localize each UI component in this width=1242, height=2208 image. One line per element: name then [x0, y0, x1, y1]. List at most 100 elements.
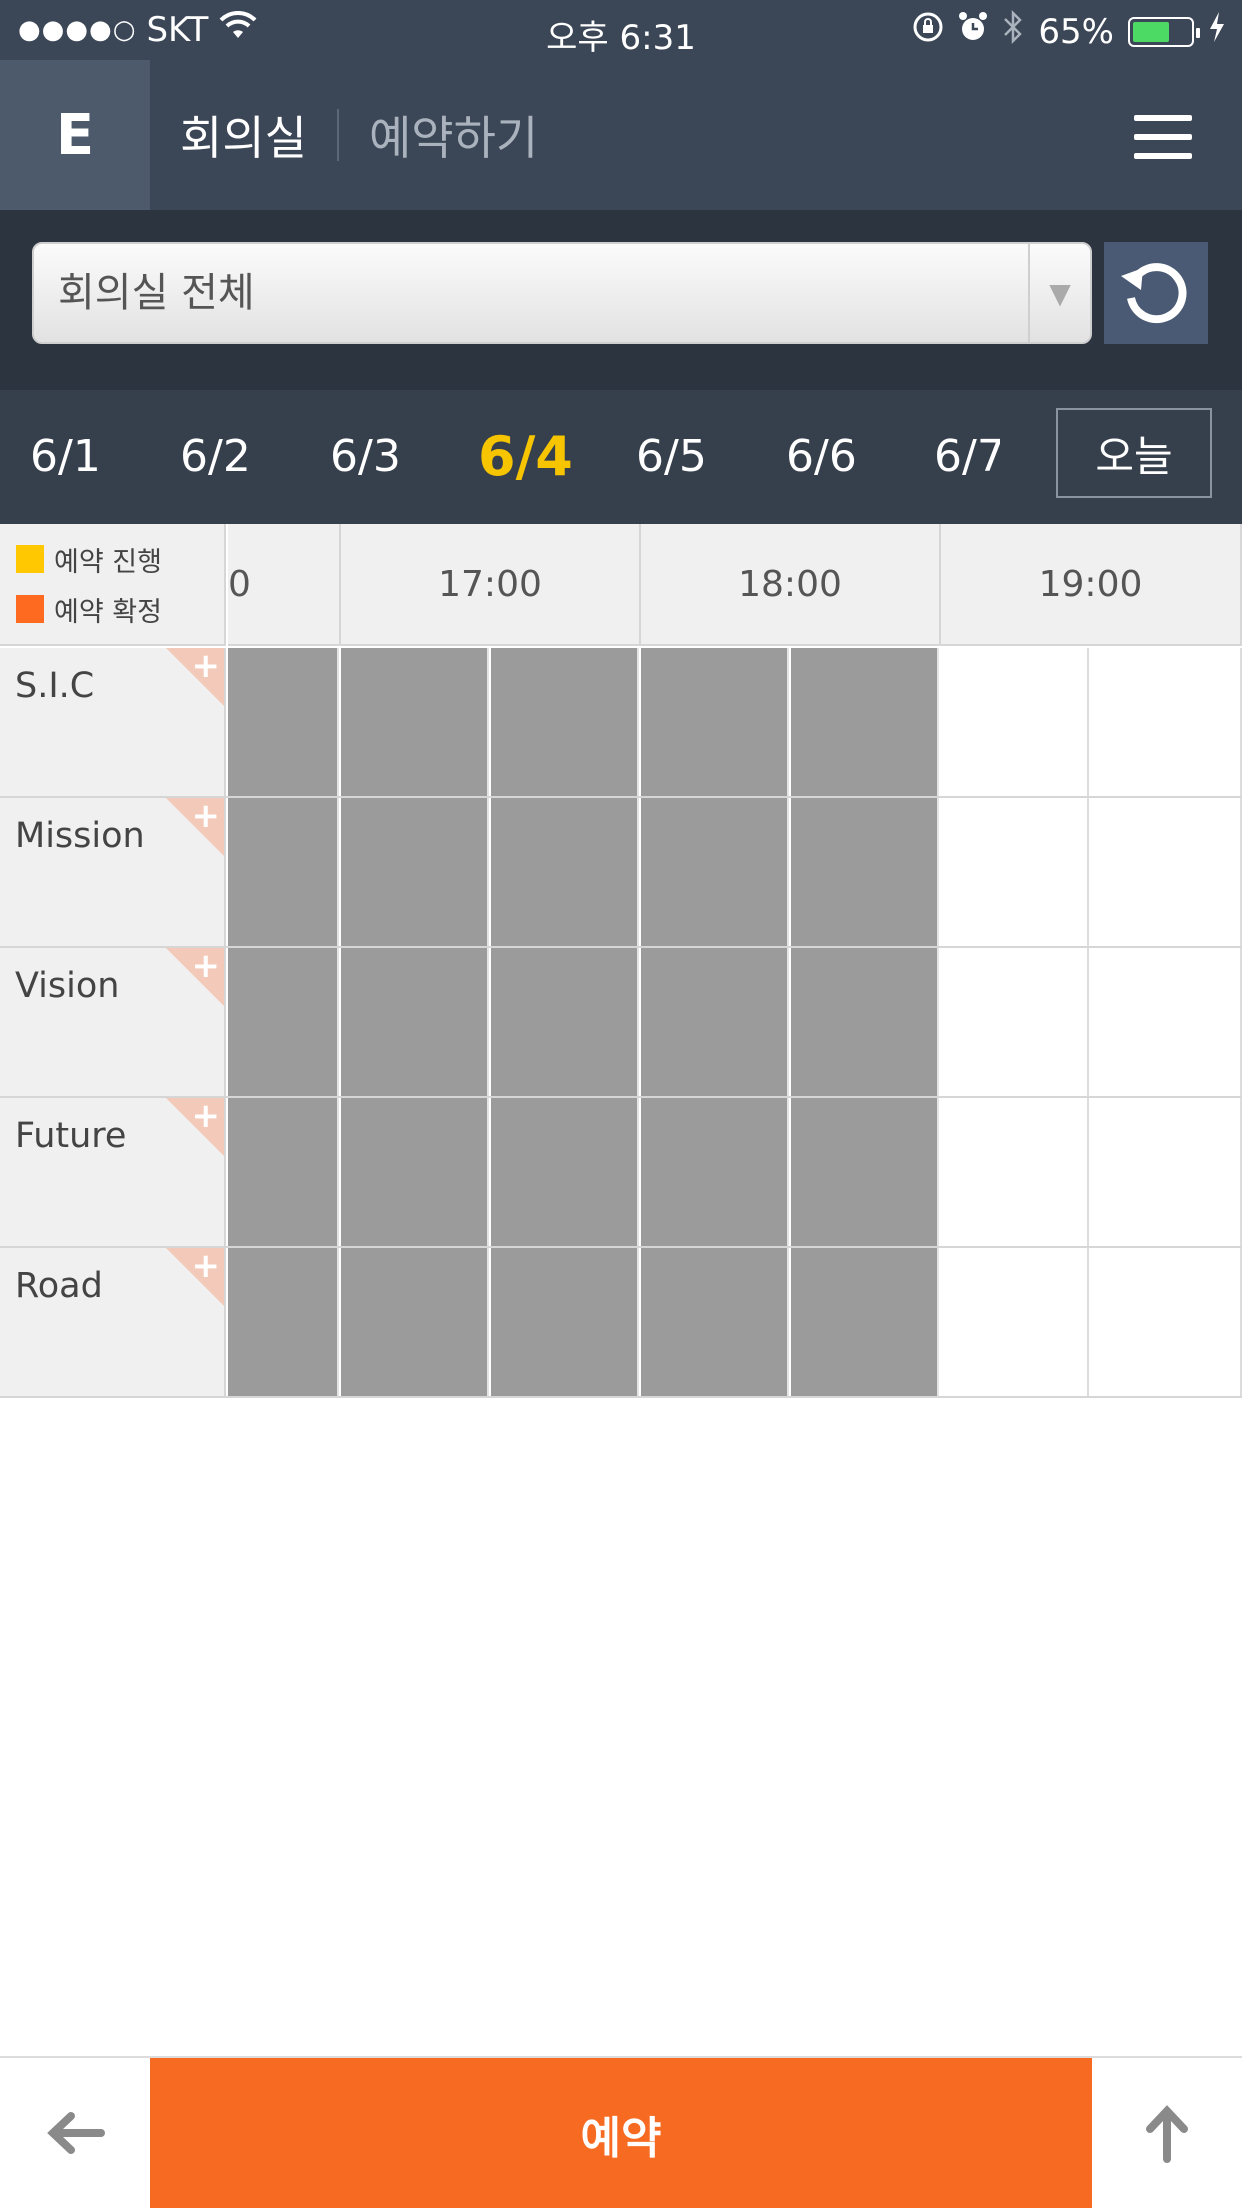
time-slot-unavailable — [641, 798, 789, 946]
room-label: S.I.C + — [0, 648, 226, 796]
refresh-button[interactable] — [1104, 242, 1208, 344]
reserve-button[interactable]: 예약 — [150, 2058, 1092, 2208]
room-row: S.I.C + — [0, 648, 1242, 798]
time-slot-unavailable — [791, 948, 939, 1096]
clock-time: 오후 6:31 — [546, 18, 696, 58]
time-slot-unavailable — [341, 1098, 489, 1246]
time-slot-unavailable — [491, 948, 639, 1096]
time-slot-unavailable — [791, 1248, 939, 1396]
legend-swatch-pending — [16, 545, 44, 573]
legend-item-pending: 예약 진행 — [16, 534, 208, 584]
chevron-down-icon[interactable]: ▼ — [1028, 244, 1090, 342]
today-button[interactable]: 오늘 — [1056, 408, 1212, 498]
app-logo[interactable]: E — [0, 60, 150, 210]
time-slot-available[interactable] — [1091, 948, 1242, 1096]
time-header-partial: 0 — [228, 524, 341, 644]
room-name: Road — [15, 1266, 103, 1306]
legend: 예약 진행 예약 확정 — [0, 524, 226, 646]
room-row: Future + — [0, 1098, 1242, 1248]
time-slot-available[interactable] — [941, 648, 1089, 796]
time-slot-available[interactable] — [1091, 1098, 1242, 1246]
charging-icon — [1208, 11, 1226, 52]
room-select-dropdown[interactable]: 회의실 전체 ▼ — [32, 242, 1092, 344]
time-slot-available[interactable] — [1091, 1248, 1242, 1396]
room-select-value: 회의실 전체 — [58, 270, 255, 316]
app-header: E 회의실 예약하기 — [0, 60, 1242, 210]
room-name: Mission — [15, 816, 145, 856]
room-row: Vision + — [0, 948, 1242, 1098]
room-label: Vision + — [0, 948, 226, 1096]
page-title: 회의실 — [180, 111, 307, 165]
page-subtitle: 예약하기 — [368, 111, 539, 165]
date-tab-6-4[interactable]: 6/4 — [478, 390, 573, 524]
time-slot-available[interactable] — [941, 1248, 1089, 1396]
date-tab-6-7[interactable]: 6/7 — [934, 390, 1000, 524]
time-slot-available[interactable] — [941, 798, 1089, 946]
bottom-action-bar: 예약 — [0, 2056, 1242, 2208]
date-tab-6-6[interactable]: 6/6 — [786, 390, 857, 524]
battery-percent: 65% — [1038, 11, 1114, 52]
date-tab-6-2[interactable]: 6/2 — [180, 390, 251, 524]
room-label: Future + — [0, 1098, 226, 1246]
time-slot-unavailable — [341, 948, 489, 1096]
time-slot-available[interactable] — [1091, 648, 1242, 796]
legend-label-pending: 예약 진행 — [54, 546, 162, 578]
date-tab-6-3[interactable]: 6/3 — [330, 390, 401, 524]
time-slot-unavailable — [491, 798, 639, 946]
room-row: Road + — [0, 1248, 1242, 1398]
date-list: 6/1 6/2 6/3 6/4 6/5 6/6 6/7 — [0, 390, 1000, 524]
time-slot-available[interactable] — [941, 948, 1089, 1096]
battery-level-fill — [1133, 21, 1170, 42]
scroll-top-arrow-icon[interactable] — [1092, 2058, 1242, 2208]
plus-icon[interactable]: + — [192, 648, 221, 686]
time-header-1800: 18:00 — [641, 524, 941, 644]
time-slot-unavailable — [791, 1098, 939, 1246]
time-slot-unavailable — [341, 798, 489, 946]
legend-item-confirmed: 예약 확정 — [16, 584, 208, 634]
refresh-icon — [1117, 252, 1195, 334]
room-name: Future — [15, 1116, 127, 1156]
reservation-timeline: 예약 진행 예약 확정 0 17:00 18:00 19:00 S.I.C + Mi… — [0, 524, 1242, 1400]
time-slot-unavailable — [641, 1098, 789, 1246]
time-slot-unavailable — [228, 948, 339, 1096]
room-name: S.I.C — [15, 666, 95, 706]
time-slot-unavailable — [641, 1248, 789, 1396]
date-selector: 6/1 6/2 6/3 6/4 6/5 6/6 6/7 오늘 — [0, 390, 1242, 524]
plus-icon[interactable]: + — [192, 948, 221, 986]
time-slot-unavailable — [641, 648, 789, 796]
time-slot-available[interactable] — [1091, 798, 1242, 946]
time-slot-unavailable — [791, 798, 939, 946]
orientation-lock-icon — [912, 11, 944, 52]
date-tab-6-1[interactable]: 6/1 — [30, 390, 101, 524]
time-slot-unavailable — [641, 948, 789, 1096]
legend-label-confirmed: 예약 확정 — [54, 596, 162, 628]
plus-icon[interactable]: + — [192, 798, 221, 836]
time-slot-unavailable — [341, 1248, 489, 1396]
title-divider — [336, 109, 339, 161]
status-bar: ●●●●○ SKT 오후 6:31 65% — [0, 0, 1242, 60]
alarm-icon — [958, 11, 988, 52]
time-slot-available[interactable] — [941, 1098, 1089, 1246]
battery-icon — [1128, 16, 1200, 47]
room-name: Vision — [15, 966, 120, 1006]
time-slot-unavailable — [228, 1248, 339, 1396]
room-row: Mission + — [0, 798, 1242, 948]
time-slot-unavailable — [491, 1098, 639, 1246]
breadcrumb: 회의실 예약하기 — [180, 60, 538, 210]
legend-swatch-confirmed — [16, 595, 44, 623]
room-label: Mission + — [0, 798, 226, 946]
time-header: 0 17:00 18:00 19:00 — [228, 524, 1242, 646]
back-arrow-icon[interactable] — [0, 2058, 150, 2208]
plus-icon[interactable]: + — [192, 1098, 221, 1136]
room-label: Road + — [0, 1248, 226, 1396]
plus-icon[interactable]: + — [192, 1248, 221, 1286]
filter-bar: 회의실 전체 ▼ — [0, 210, 1242, 390]
time-header-1700: 17:00 — [341, 524, 641, 644]
time-slot-unavailable — [228, 798, 339, 946]
hamburger-menu-icon[interactable] — [1134, 115, 1192, 159]
time-slot-unavailable — [491, 1248, 639, 1396]
time-slot-unavailable — [491, 648, 639, 796]
time-slot-unavailable — [341, 648, 489, 796]
time-header-1900: 19:00 — [941, 524, 1242, 644]
date-tab-6-5[interactable]: 6/5 — [636, 390, 707, 524]
